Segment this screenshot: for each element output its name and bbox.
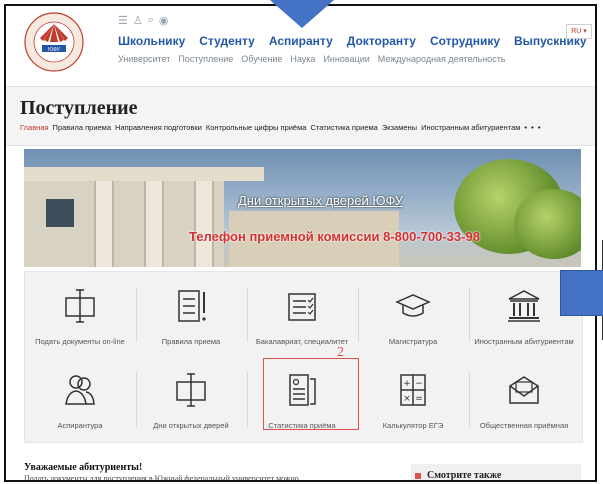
browser-page: ЮФУ ☰ ♙ ⌕ ◉ Школьнику Студенту Аспиранту… xyxy=(4,4,597,482)
annotation-highlight-box xyxy=(263,358,359,430)
search-icon[interactable]: ⌕ xyxy=(148,14,154,27)
subnav-university[interactable]: Университет xyxy=(118,54,170,64)
tile-label: Аспирантура xyxy=(57,421,103,430)
tile-label: Магистратура xyxy=(388,337,438,346)
crumb-foreign[interactable]: Иностранным абитуриентам xyxy=(421,123,520,132)
annotation-number: 2 xyxy=(337,345,344,360)
tile-public-reception[interactable]: Общественная приёмная xyxy=(469,370,579,430)
crumb-statistics[interactable]: Статистика приема xyxy=(310,123,377,132)
pen-document-icon xyxy=(65,289,95,323)
pen-document-icon xyxy=(176,373,206,407)
svg-text:×: × xyxy=(403,394,411,404)
crumb-exams[interactable]: Экзамены xyxy=(382,123,417,132)
crumb-home[interactable]: Главная xyxy=(20,123,49,132)
nav-item-postgraduate[interactable]: Аспиранту xyxy=(269,34,333,48)
nav-item-staff[interactable]: Сотруднику xyxy=(430,34,500,48)
tile-exam-calculator[interactable]: + − × = Калькулятор ЕГЭ xyxy=(358,370,468,430)
user-icon[interactable]: ♙ xyxy=(133,14,143,27)
banner-window xyxy=(46,199,74,227)
annotation-marker-triangle xyxy=(270,0,334,28)
nav-item-doctoral[interactable]: Докторанту xyxy=(347,34,416,48)
nav-item-schoolchild[interactable]: Школьнику xyxy=(118,34,185,48)
see-also-box: Смотрите также xyxy=(411,464,581,481)
see-also-heading: Смотрите также xyxy=(427,470,502,481)
tile-label: Дни открытых дверей xyxy=(153,421,229,430)
sub-nav: Университет Поступление Обучение Наука И… xyxy=(118,54,506,64)
banner-phone: Телефон приемной комиссии 8-800-700-33-9… xyxy=(189,229,480,244)
tile-label: Калькулятор ЕГЭ xyxy=(382,421,444,430)
bullet-square xyxy=(415,473,421,479)
university-building-icon xyxy=(508,290,540,322)
subnav-science[interactable]: Наука xyxy=(290,54,315,64)
notice-text[interactable]: Подать документы для поступления в Южный… xyxy=(24,474,299,480)
tile-masters[interactable]: Магистратура xyxy=(358,286,468,346)
tile-open-days[interactable]: Дни открытых дверей xyxy=(136,370,246,430)
svg-text:+: + xyxy=(403,379,411,389)
subnav-admission[interactable]: Поступление xyxy=(178,54,233,64)
promo-banner[interactable]: Дни открытых дверей ЮФУ Телефон приемной… xyxy=(24,149,581,267)
tile-label: Подать документы on-line xyxy=(35,337,125,346)
checklist-icon xyxy=(288,293,316,321)
tile-bachelor[interactable]: Бакалавриат, специалитет xyxy=(247,286,357,346)
more-menu-icon[interactable]: • • • xyxy=(524,123,541,132)
tile-admission-rules[interactable]: Правила приема xyxy=(136,286,246,346)
banner-column xyxy=(94,181,114,267)
banner-column xyxy=(144,181,164,267)
top-icon-bar: ☰ ♙ ⌕ ◉ xyxy=(118,14,169,27)
main-nav: Школьнику Студенту Аспиранту Докторанту … xyxy=(118,34,587,48)
svg-text:−: − xyxy=(415,379,423,389)
crumb-programs[interactable]: Направления подготовки xyxy=(115,123,202,132)
banner-column xyxy=(194,181,214,267)
envelope-icon xyxy=(509,376,539,404)
university-logo[interactable]: ЮФУ xyxy=(24,12,84,72)
menu-icon[interactable]: ☰ xyxy=(118,14,128,27)
page-header-band: Поступление Главная Правила приема Напра… xyxy=(6,86,595,146)
tile-label: Правила приема xyxy=(161,337,221,346)
quick-links-grid: Подать документы on-line Правила приема xyxy=(24,271,583,443)
tile-label: Иностранным абитуриентам xyxy=(474,337,574,346)
banner-cornice xyxy=(24,167,264,181)
page-title: Поступление xyxy=(20,97,138,119)
annotation-marker-box xyxy=(560,270,603,316)
nav-item-student[interactable]: Студенту xyxy=(199,34,255,48)
subnav-international[interactable]: Международная деятельность xyxy=(378,54,506,64)
tile-apply-online[interactable]: Подать документы on-line xyxy=(25,286,135,346)
crumb-rules[interactable]: Правила приема xyxy=(53,123,111,132)
subnav-innovation[interactable]: Инновации xyxy=(323,54,369,64)
language-select[interactable]: RU ▾ xyxy=(566,24,592,39)
subnav-education[interactable]: Обучение xyxy=(241,54,282,64)
banner-open-days[interactable]: Дни открытых дверей ЮФУ xyxy=(238,193,403,208)
people-icon xyxy=(65,375,95,405)
rules-document-icon xyxy=(178,290,206,322)
calculator-icon: + − × = xyxy=(400,374,426,406)
accessibility-icon[interactable]: ◉ xyxy=(159,14,169,27)
graduation-cap-icon xyxy=(395,294,431,317)
crumb-quotas[interactable]: Контрольные цифры приёма xyxy=(206,123,307,132)
svg-text:=: = xyxy=(415,394,423,404)
section-menu: Главная Правила приема Направления подго… xyxy=(20,123,541,132)
tile-label: Общественная приёмная xyxy=(479,421,569,430)
notice-heading: Уважаемые абитуриенты! xyxy=(24,462,143,473)
logo-label: ЮФУ xyxy=(48,47,61,53)
applicants-notice: Уважаемые абитуриенты! Подать документы … xyxy=(24,462,299,480)
tile-postgraduate[interactable]: Аспирантура xyxy=(25,370,135,430)
